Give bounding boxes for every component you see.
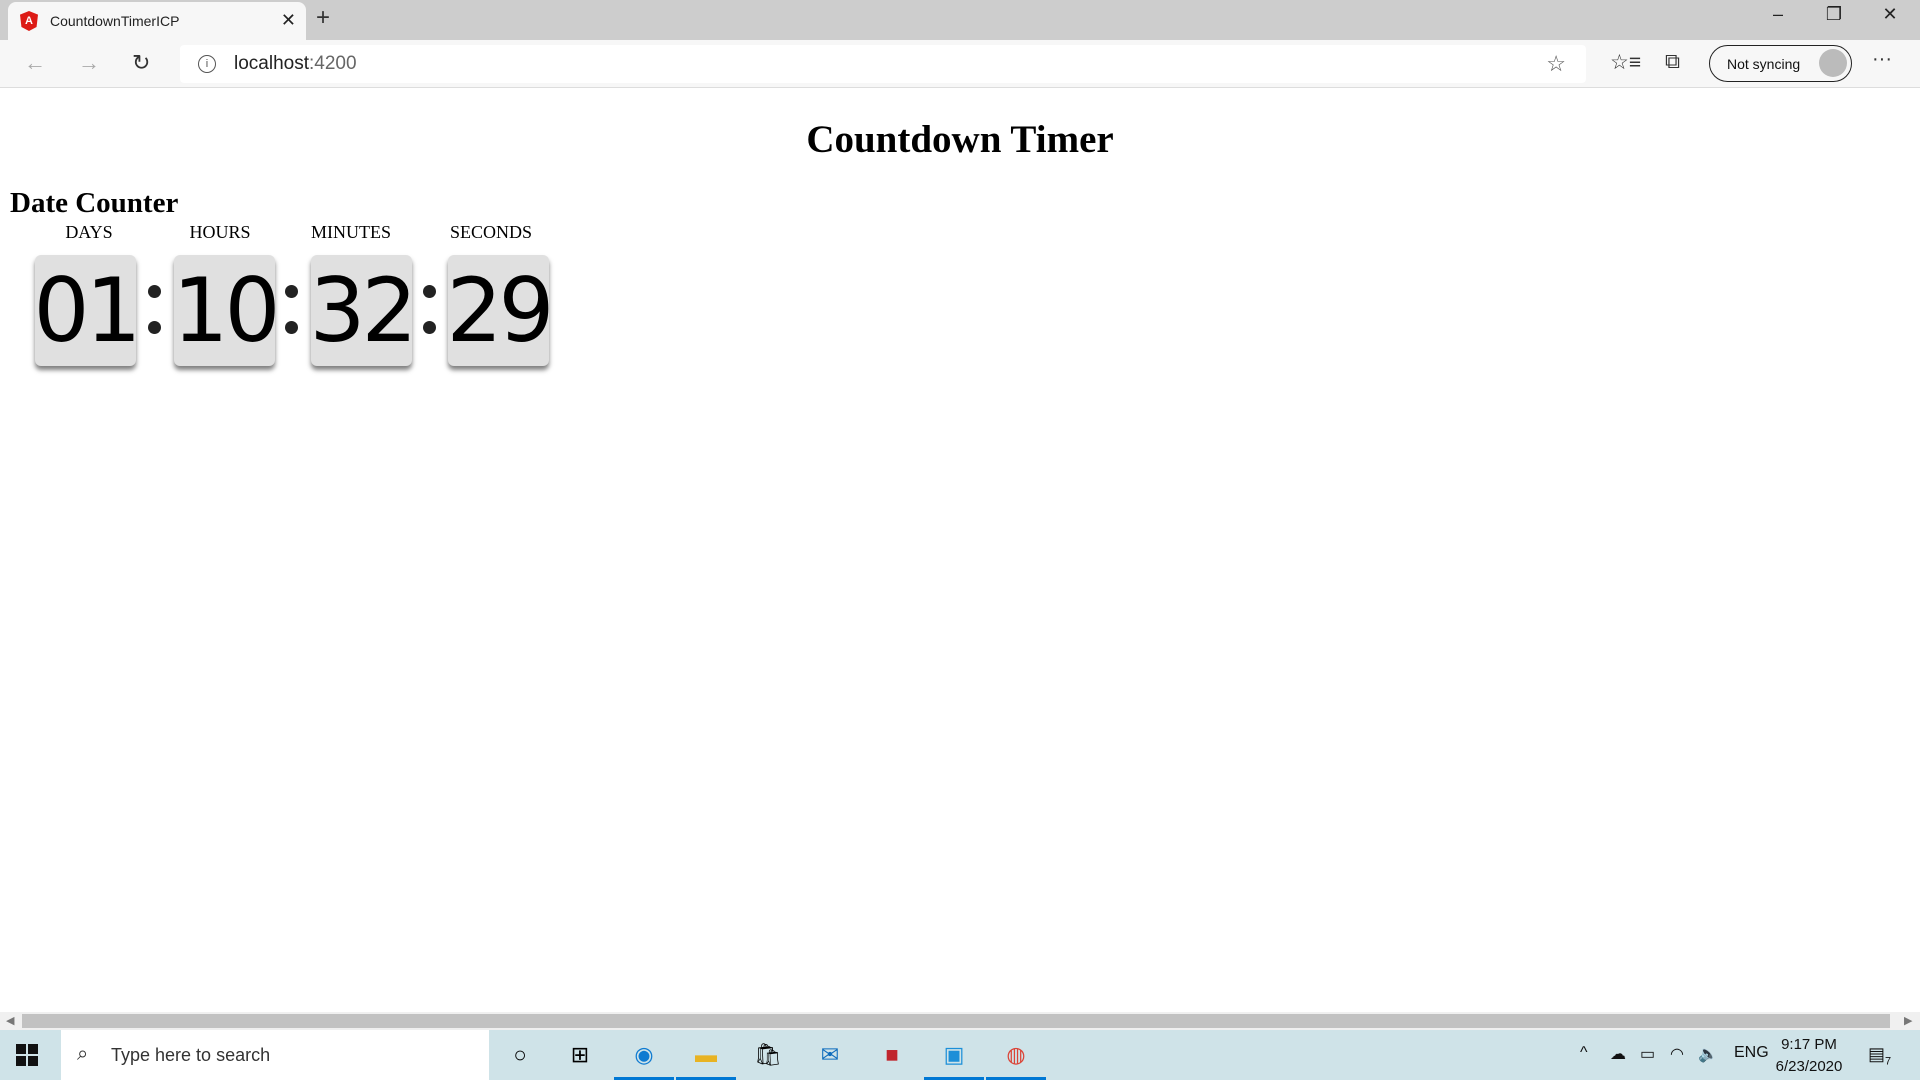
profile-sync-button[interactable]: Not syncing xyxy=(1709,45,1852,82)
clock[interactable]: 9:17 PM 6/23/2020 xyxy=(1772,1034,1846,1078)
show-hidden-icons[interactable]: ^ xyxy=(1580,1044,1588,1062)
browser-toolbar: ← → ↻ i localhost:4200 ☆ ☆≡ ⧉ Not syncin… xyxy=(0,40,1920,88)
favorite-star-icon[interactable]: ☆ xyxy=(1546,51,1566,77)
taskbar: ⌕ Type here to search ○ ⊞ ◉ ▬ 🛍 ✉ ■ ▣ ◍ … xyxy=(0,1030,1920,1080)
angular-icon: A xyxy=(20,11,38,31)
chrome-icon[interactable]: ◍ xyxy=(986,1040,1046,1080)
days-label: DAYS xyxy=(65,222,113,242)
sync-label: Not syncing xyxy=(1727,55,1801,72)
cortana-icon[interactable]: ○ xyxy=(500,1040,540,1070)
page-content: Countdown Timer Date Counter DAYS HOURS … xyxy=(0,89,1920,1012)
store-icon[interactable]: 🛍 xyxy=(748,1040,788,1070)
minimize-button[interactable]: – xyxy=(1758,4,1798,25)
url-host: localhost xyxy=(234,53,309,74)
language-indicator[interactable]: ENG xyxy=(1734,1044,1769,1062)
windows-start-icon[interactable] xyxy=(16,1044,38,1066)
edge-icon[interactable]: ◉ xyxy=(614,1040,674,1080)
file-explorer-icon[interactable]: ▬ xyxy=(676,1040,736,1080)
url-port: :4200 xyxy=(309,53,357,74)
mail-icon[interactable]: ✉ xyxy=(810,1040,850,1070)
colon-separator xyxy=(148,285,162,357)
avatar xyxy=(1819,49,1847,77)
close-tab-icon[interactable]: ✕ xyxy=(281,10,296,31)
new-tab-button[interactable]: + xyxy=(316,4,330,32)
collections-icon[interactable]: ⧉ xyxy=(1665,50,1680,74)
volume-icon[interactable]: 🔈 xyxy=(1698,1044,1718,1064)
days-value: 01 xyxy=(34,255,142,366)
close-window-button[interactable]: ✕ xyxy=(1870,4,1910,25)
forward-icon[interactable]: → xyxy=(78,50,100,76)
battery-icon[interactable]: ▭ xyxy=(1640,1044,1655,1064)
search-icon: ⌕ xyxy=(77,1043,89,1065)
address-bar[interactable]: i localhost:4200 ☆ xyxy=(180,45,1586,83)
info-icon[interactable]: i xyxy=(198,55,216,73)
colon-separator xyxy=(423,285,437,357)
scroll-right-icon[interactable]: ▶ xyxy=(1904,1014,1912,1027)
notification-count: 7 xyxy=(1885,1055,1892,1068)
back-icon[interactable]: ← xyxy=(24,50,46,76)
favorites-icon[interactable]: ☆≡ xyxy=(1610,50,1641,75)
colon-separator xyxy=(285,285,299,357)
notifications-icon[interactable]: ▤7 xyxy=(1868,1044,1891,1068)
minutes-label: MINUTES xyxy=(311,222,391,242)
search-placeholder: Type here to search xyxy=(111,1044,271,1065)
page-title: Countdown Timer xyxy=(806,118,1114,161)
tab-title: CountdownTimerICP xyxy=(50,13,180,29)
restore-button[interactable]: ❐ xyxy=(1814,4,1854,25)
tab-countdown-timer[interactable]: A CountdownTimerICP ✕ xyxy=(8,2,306,40)
scrollbar-thumb[interactable] xyxy=(22,1014,1890,1028)
scroll-left-icon[interactable]: ◀ xyxy=(6,1014,14,1027)
seconds-value: 29 xyxy=(447,255,555,366)
app-icon[interactable]: ■ xyxy=(872,1040,912,1070)
task-view-icon[interactable]: ⊞ xyxy=(560,1040,600,1070)
more-icon[interactable]: ··· xyxy=(1872,48,1892,71)
refresh-icon[interactable]: ↻ xyxy=(132,50,150,76)
seconds-label: SECONDS xyxy=(449,222,533,242)
minutes-value: 32 xyxy=(310,255,418,366)
wifi-icon[interactable]: ◠ xyxy=(1670,1044,1684,1064)
clock-time: 9:17 PM xyxy=(1781,1036,1837,1053)
webstorm-icon[interactable]: ▣ xyxy=(924,1040,984,1080)
horizontal-scrollbar[interactable]: ◀ ▶ xyxy=(0,1012,1920,1030)
clock-date: 6/23/2020 xyxy=(1775,1058,1843,1075)
hours-value: 10 xyxy=(173,255,281,366)
onedrive-warning-icon[interactable]: ☁ xyxy=(1610,1044,1626,1064)
tab-bar: A CountdownTimerICP ✕ + – ❐ ✕ xyxy=(0,0,1920,40)
taskbar-search[interactable]: ⌕ Type here to search xyxy=(61,1030,489,1080)
date-counter-heading: Date Counter xyxy=(10,187,179,219)
hours-label: HOURS xyxy=(189,222,251,242)
